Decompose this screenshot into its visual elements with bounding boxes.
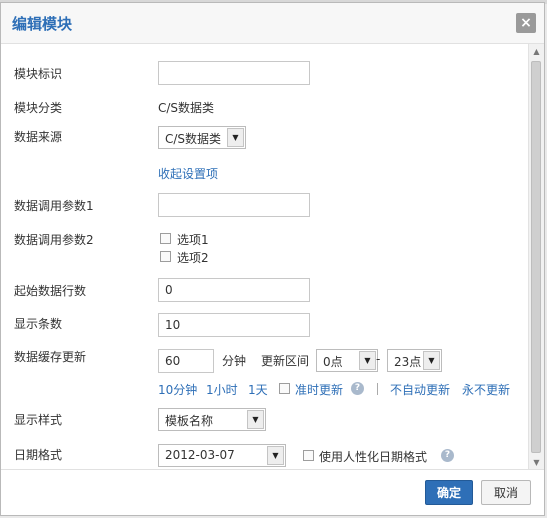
display-style-label: 显示样式 [14, 413, 63, 427]
display-count-label: 显示条数 [14, 317, 63, 331]
start-row-label: 起始数据行数 [14, 284, 87, 298]
cache-minutes-input[interactable] [158, 349, 214, 373]
help-icon[interactable]: ? [441, 449, 454, 462]
option2-label: 选项2 [177, 251, 209, 265]
option1-label: 选项1 [177, 233, 209, 247]
link-separator [377, 383, 378, 395]
dialog-footer: 确定 取消 [1, 469, 544, 515]
date-format-label: 日期格式 [14, 448, 63, 462]
date-format-select[interactable]: 2012-03-07 ▼ [158, 444, 286, 467]
no-auto-update-link[interactable]: 不自动更新 [390, 381, 450, 398]
edit-module-dialog: 编辑模块 × 模块标识 模块分类 C/S数据类 数据来源 C/S数据类 ▼ 收起… [0, 2, 545, 516]
cache-update-label: 数据缓存更新 [14, 350, 87, 364]
dialog-titlebar: 编辑模块 × [1, 3, 544, 44]
humanized-date-checkbox[interactable] [303, 450, 314, 461]
module-category-value: C/S数据类 [158, 101, 215, 115]
quick-link-1day[interactable]: 1天 [248, 381, 268, 398]
never-update-link[interactable]: 永不更新 [462, 381, 510, 398]
param1-label: 数据调用参数1 [14, 199, 94, 213]
vertical-scrollbar[interactable]: ▲ ▼ [528, 44, 544, 471]
display-style-selected: 模板名称 [165, 414, 214, 428]
help-icon[interactable]: ? [351, 382, 364, 395]
option1-checkbox[interactable] [160, 233, 171, 244]
close-icon[interactable]: × [516, 13, 536, 33]
scroll-up-icon[interactable]: ▲ [529, 44, 544, 60]
range-dash: - [376, 352, 381, 366]
chevron-down-icon: ▼ [247, 410, 264, 429]
chevron-down-icon: ▼ [359, 351, 376, 370]
data-source-select[interactable]: C/S数据类 ▼ [158, 126, 246, 149]
quick-link-10min[interactable]: 10分钟 [158, 381, 197, 398]
update-range-label: 更新区间 [261, 354, 310, 368]
module-id-label: 模块标识 [14, 67, 63, 81]
cancel-button[interactable]: 取消 [481, 480, 531, 505]
module-category-label: 模块分类 [14, 101, 63, 115]
scheduled-update-checkbox[interactable] [279, 383, 290, 394]
chevron-down-icon: ▼ [227, 128, 244, 147]
scrollbar-thumb[interactable] [531, 61, 541, 453]
option2-checkbox[interactable] [160, 251, 171, 262]
date-format-selected: 2012-03-07 [165, 448, 235, 462]
collapse-settings-link[interactable]: 收起设置项 [158, 165, 218, 182]
param2-label: 数据调用参数2 [14, 233, 94, 247]
minutes-unit: 分钟 [222, 354, 247, 368]
range-start-select[interactable]: 0点 ▼ [316, 349, 378, 372]
chevron-down-icon: ▼ [423, 351, 440, 370]
range-start-selected: 0点 [323, 355, 343, 369]
dialog-title: 编辑模块 [12, 15, 73, 33]
confirm-button[interactable]: 确定 [425, 480, 473, 505]
humanized-date-label: 使用人性化日期格式 [319, 450, 428, 464]
dialog-content: 模块标识 模块分类 C/S数据类 数据来源 C/S数据类 ▼ 收起设置项 数据调… [1, 44, 529, 471]
module-id-input[interactable] [158, 61, 310, 85]
data-source-label: 数据来源 [14, 130, 63, 144]
display-style-select[interactable]: 模板名称 ▼ [158, 408, 266, 431]
range-end-selected: 23点 [394, 355, 422, 369]
start-row-input[interactable] [158, 278, 310, 302]
range-end-select[interactable]: 23点 ▼ [387, 349, 442, 372]
scheduled-update-label[interactable]: 准时更新 [295, 381, 343, 398]
chevron-down-icon: ▼ [267, 446, 284, 465]
display-count-input[interactable] [158, 313, 310, 337]
param1-input[interactable] [158, 193, 310, 217]
data-source-selected: C/S数据类 [165, 132, 222, 146]
quick-link-1hour[interactable]: 1小时 [206, 381, 238, 398]
